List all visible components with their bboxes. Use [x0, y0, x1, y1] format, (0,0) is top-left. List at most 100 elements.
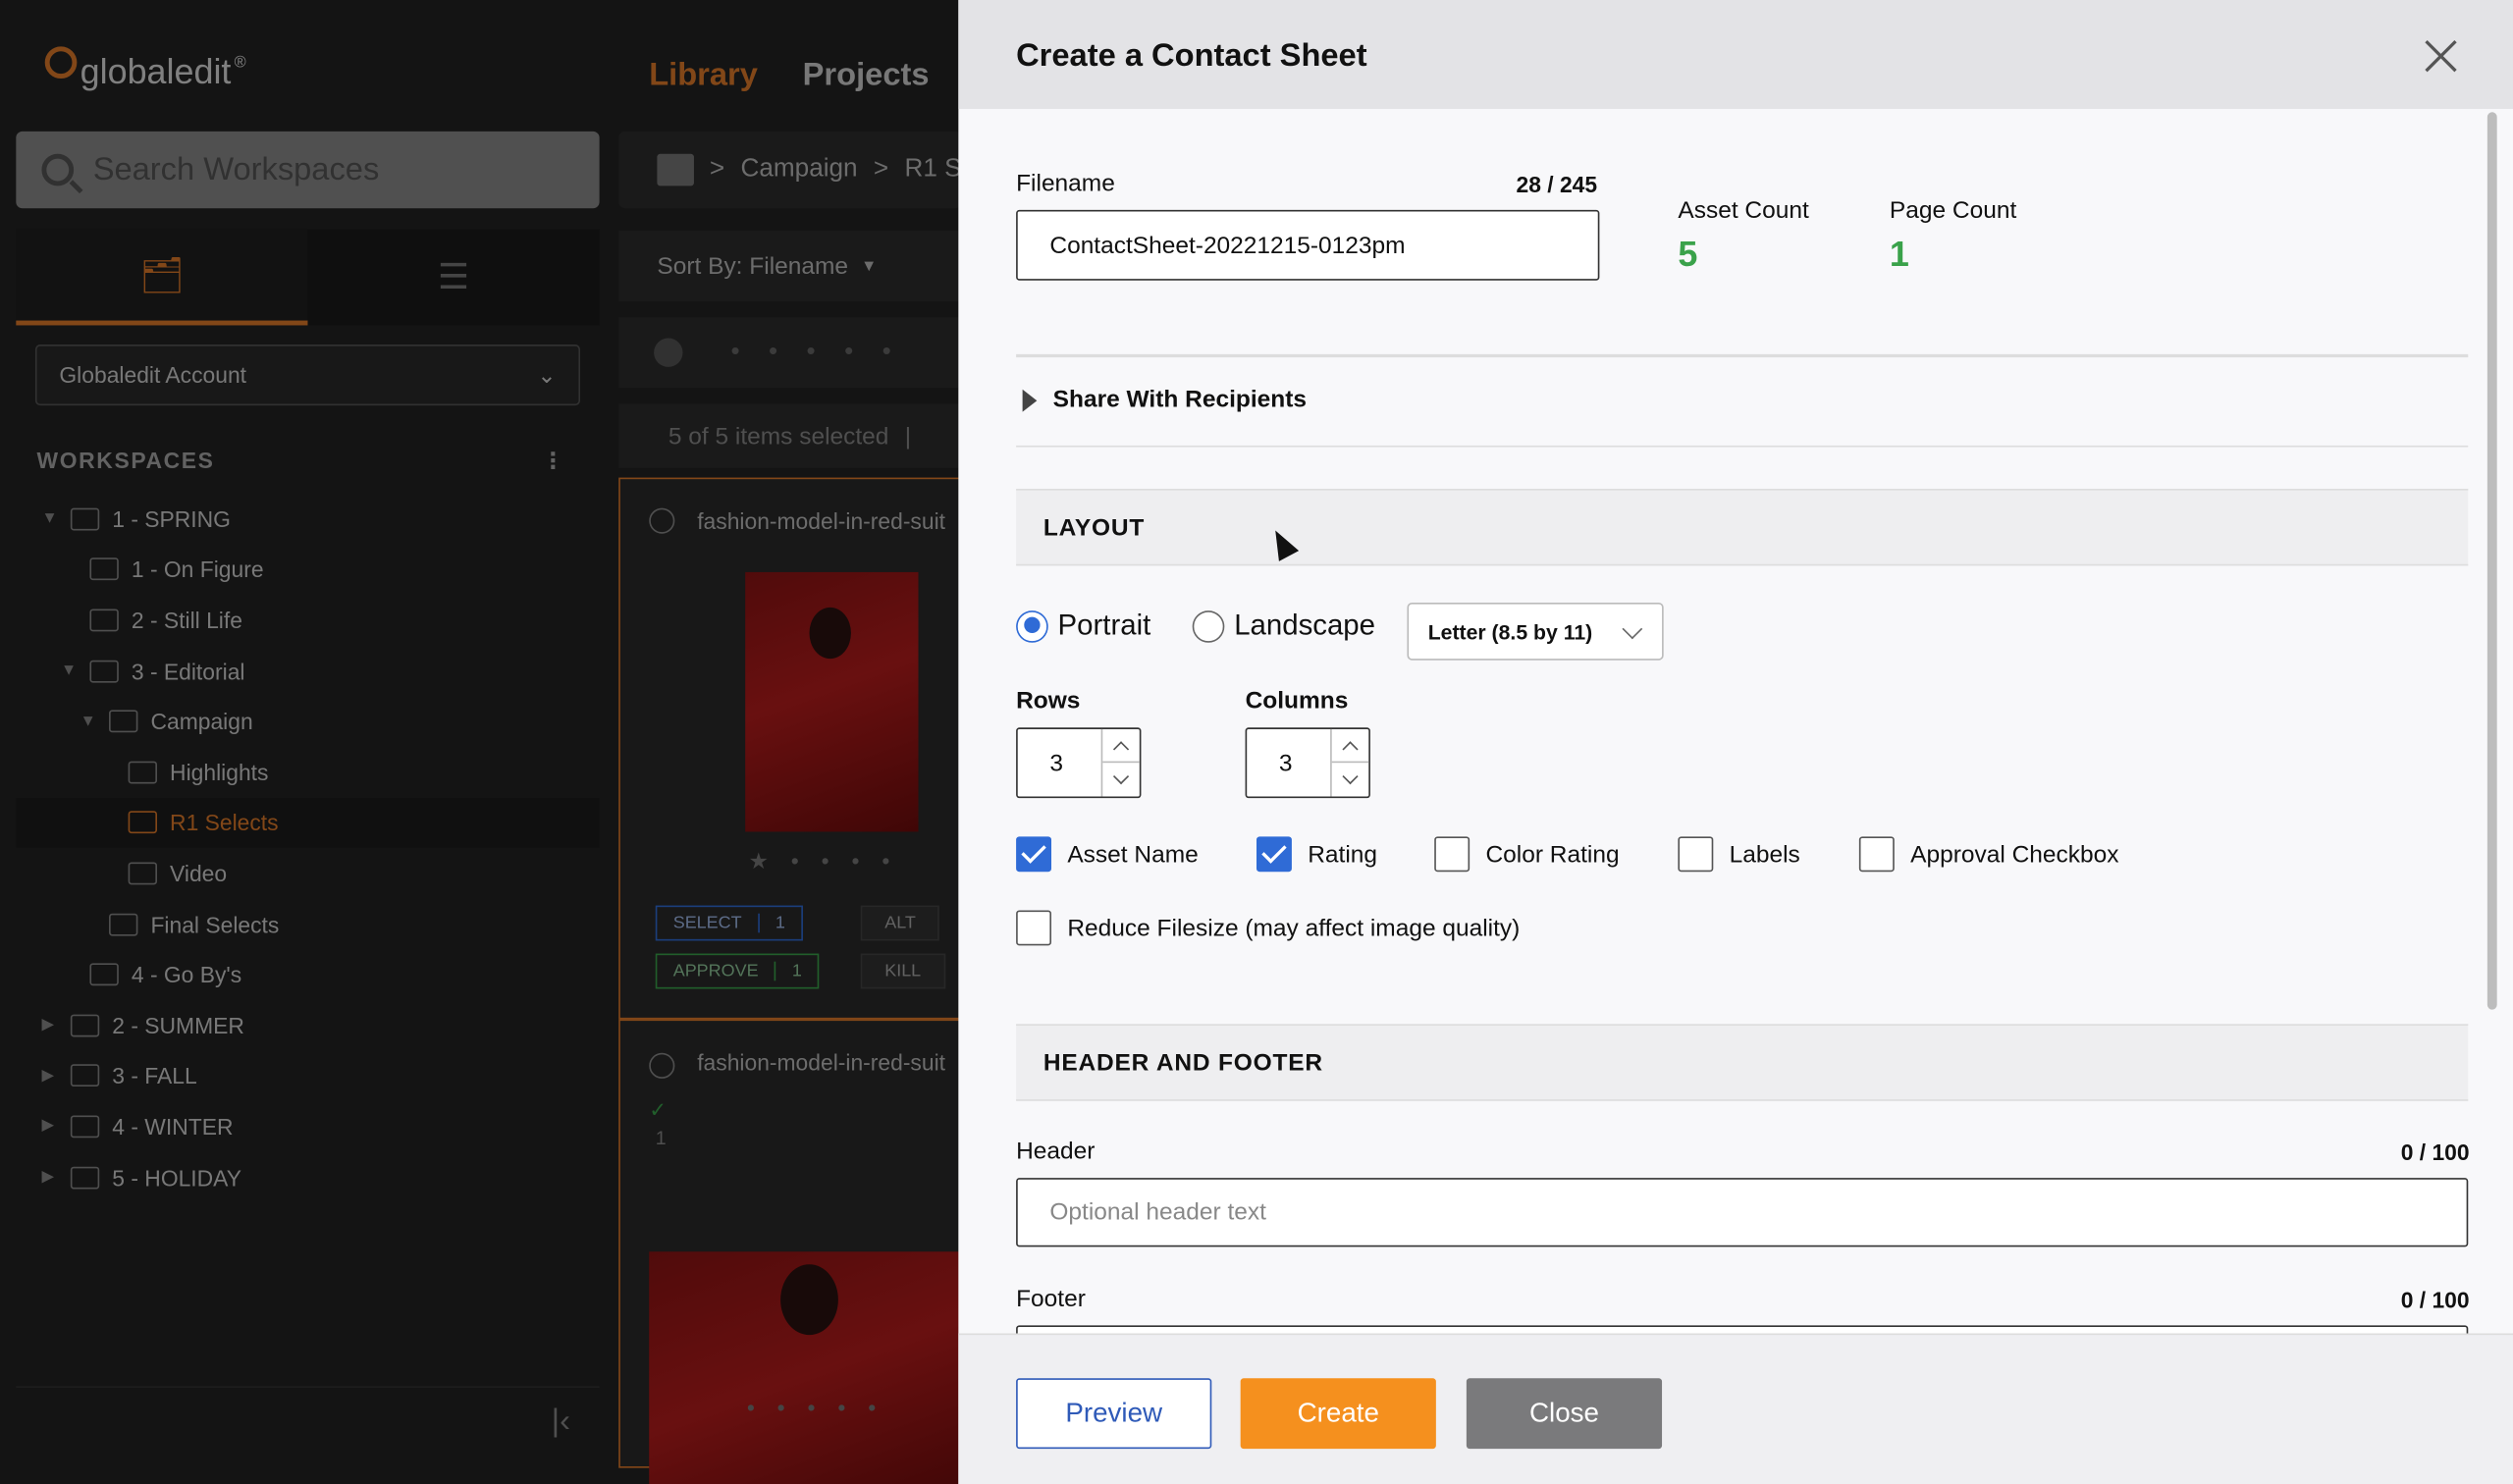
landscape-label[interactable]: Landscape — [1234, 609, 1375, 642]
chevron-up-icon[interactable] — [1331, 729, 1369, 764]
check-circle-icon: ✓ — [649, 1097, 668, 1122]
approval-checkbox-option-label[interactable]: Approval Checkbox — [1910, 840, 2118, 868]
alt-tag-button[interactable]: ALT — [860, 905, 940, 941]
asset-thumbnail[interactable] — [649, 1251, 964, 1484]
folder-icon[interactable] — [657, 153, 694, 186]
close-button[interactable]: Close — [1466, 1378, 1663, 1450]
footer-label: Footer — [1016, 1285, 1086, 1313]
approve-tag-button[interactable]: APPROVE 1 — [655, 953, 820, 989]
tab-folders[interactable]: 🗂 — [16, 229, 308, 326]
share-with-recipients-toggle[interactable]: Share With Recipients — [1022, 387, 1307, 413]
chevron-down-icon[interactable] — [1102, 763, 1140, 796]
more-vertical-icon[interactable]: ⋮ — [542, 448, 565, 475]
filename-input[interactable]: ContactSheet-20221215-0123pm — [1016, 209, 1600, 281]
columns-value[interactable]: 3 — [1279, 750, 1293, 777]
divider — [1016, 353, 2469, 358]
reduce-filesize-option-label[interactable]: Reduce Filesize (may affect image qualit… — [1067, 915, 1520, 942]
preview-button[interactable]: Preview — [1016, 1378, 1212, 1450]
sort-dropdown[interactable]: Sort By: Filename ▼ — [618, 231, 962, 301]
approval-checkbox[interactable] — [1858, 836, 1895, 873]
chevron-down-icon[interactable] — [1332, 763, 1369, 796]
tree-item[interactable]: R1 Selects — [16, 797, 600, 849]
color-rating-checkbox[interactable] — [1434, 836, 1470, 873]
collapse-sidebar-icon[interactable]: |‹ — [552, 1404, 570, 1441]
breadcrumb-current[interactable]: R1 S — [905, 155, 962, 184]
asset-select-radio[interactable] — [649, 1052, 675, 1079]
tree-item[interactable]: ▶ 5 - HOLIDAY — [16, 1152, 599, 1203]
nav-projects[interactable]: Projects — [803, 58, 930, 95]
rating-checkbox[interactable] — [1256, 836, 1292, 873]
rating-dots[interactable]: ••••• — [747, 1395, 898, 1420]
asset-name-option[interactable]: Asset Name — [1016, 836, 1199, 873]
caret-right-icon[interactable]: ▶ — [41, 1067, 57, 1085]
tree-item[interactable]: ▼ 1 - SPRING — [16, 494, 599, 545]
rows-value[interactable]: 3 — [1049, 750, 1063, 777]
header-input[interactable]: Optional header text — [1016, 1178, 2469, 1247]
tree-item[interactable]: ▼ 3 - Editorial — [16, 646, 599, 697]
asset-thumbnail[interactable] — [745, 571, 919, 832]
folder-icon — [89, 963, 119, 986]
asset-select-radio[interactable] — [649, 507, 675, 534]
folder-icon — [70, 1165, 100, 1189]
asset-card[interactable]: fashion-model-in-red-suit ★•••• SELECT 1… — [618, 477, 962, 1020]
chevron-up-icon[interactable] — [1102, 729, 1140, 764]
caret-down-icon[interactable]: ▼ — [80, 713, 96, 730]
caret-right-icon[interactable]: ▶ — [41, 1017, 57, 1034]
caret-down-icon[interactable]: ▼ — [41, 510, 57, 528]
breadcrumb-campaign[interactable]: Campaign — [741, 155, 858, 184]
account-label: Globaledit Account — [59, 362, 247, 389]
kill-tag-button[interactable]: KILL — [860, 953, 945, 989]
search-workspaces-input[interactable]: Search Workspaces — [16, 131, 600, 209]
close-icon[interactable] — [2417, 32, 2465, 80]
labels-option-label[interactable]: Labels — [1730, 840, 1800, 868]
caret-down-icon[interactable]: ▼ — [61, 662, 77, 679]
tree-item[interactable]: Highlights — [16, 747, 599, 798]
asset-name: fashion-model-in-red-suit — [697, 1049, 946, 1076]
tree-item[interactable]: 2 - Still Life — [16, 595, 599, 646]
paper-size-select[interactable]: Letter (8.5 by 11) — [1407, 602, 1664, 661]
scrollbar-thumb[interactable] — [2486, 112, 2497, 1010]
rating-option[interactable]: Rating — [1256, 836, 1377, 873]
tree-item[interactable]: ▶ 2 - SUMMER — [16, 1000, 599, 1051]
tab-layers[interactable]: ☰ — [307, 229, 599, 325]
caret-right-icon[interactable]: ▶ — [41, 1118, 57, 1136]
tree-item-label: Highlights — [170, 759, 269, 785]
scrollbar[interactable] — [2485, 112, 2500, 1333]
asset-count-label: Asset Count — [1678, 196, 1809, 225]
rating-option-label[interactable]: Rating — [1308, 840, 1377, 868]
portrait-label[interactable]: Portrait — [1058, 609, 1151, 642]
tree-item[interactable]: Video — [16, 848, 599, 899]
select-all-row: ••••• — [618, 317, 962, 389]
tree-item[interactable]: Final Selects — [16, 899, 599, 950]
select-all-radio[interactable] — [654, 338, 683, 367]
asset-name-checkbox[interactable] — [1016, 836, 1052, 873]
reduce-filesize-option[interactable]: Reduce Filesize (may affect image qualit… — [1016, 910, 1520, 946]
rating-stars[interactable]: ★•••• — [748, 848, 912, 875]
tree-item[interactable]: ▼ Campaign — [16, 696, 599, 747]
select-tag-button[interactable]: SELECT 1 — [655, 905, 803, 941]
color-rating-option-label[interactable]: Color Rating — [1485, 840, 1619, 868]
breadcrumb-separator: > — [873, 155, 889, 184]
columns-stepper[interactable]: 3 — [1245, 727, 1370, 799]
tree-item[interactable]: 1 - On Figure — [16, 544, 599, 595]
tree-item[interactable]: ▶ 3 - FALL — [16, 1050, 599, 1101]
reduce-filesize-checkbox[interactable] — [1016, 910, 1052, 946]
color-rating-option[interactable]: Color Rating — [1434, 836, 1620, 873]
modal-title: Create a Contact Sheet — [1016, 38, 1367, 75]
folder-icon — [89, 660, 119, 682]
rows-stepper[interactable]: 3 — [1016, 727, 1142, 799]
tree-item[interactable]: ▶ 4 - WINTER — [16, 1101, 599, 1152]
tree-item[interactable]: 4 - Go By's — [16, 949, 599, 1000]
labels-option[interactable]: Labels — [1678, 836, 1800, 873]
labels-checkbox[interactable] — [1678, 836, 1714, 873]
asset-name-option-label[interactable]: Asset Name — [1067, 840, 1198, 868]
caret-right-icon[interactable]: ▶ — [41, 1168, 57, 1186]
landscape-radio[interactable] — [1192, 610, 1225, 642]
portrait-radio[interactable] — [1016, 610, 1048, 642]
account-select[interactable]: Globaledit Account ⌄ — [34, 344, 581, 406]
approval-checkbox-option[interactable]: Approval Checkbox — [1858, 836, 2118, 873]
nav-library[interactable]: Library — [649, 58, 758, 95]
asset-panel: > Campaign > R1 S Sort By: Filename ▼ ••… — [618, 131, 964, 1484]
create-button[interactable]: Create — [1240, 1378, 1436, 1450]
folder-icon — [109, 710, 138, 733]
